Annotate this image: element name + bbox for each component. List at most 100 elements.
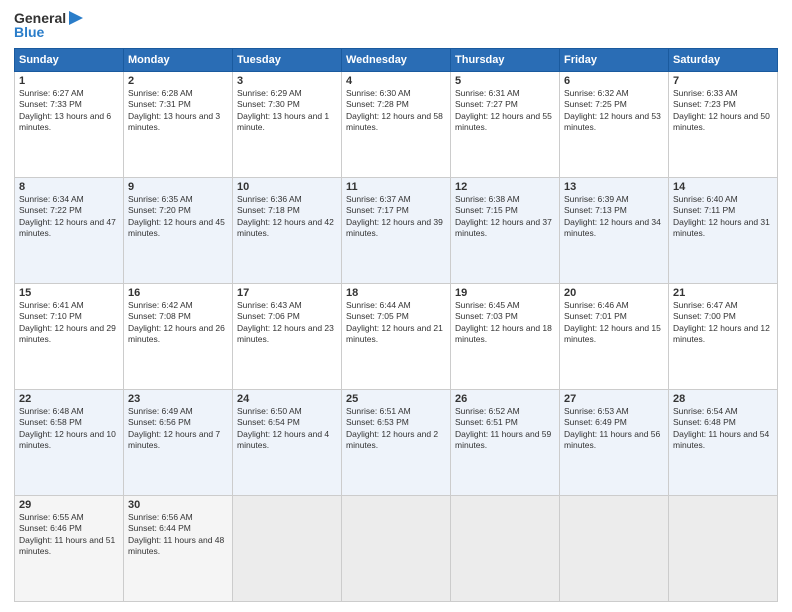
table-row: 17 Sunrise: 6:43 AM Sunset: 7:06 PM Dayl…: [233, 284, 342, 390]
day-info: Sunrise: 6:41 AM Sunset: 7:10 PM Dayligh…: [19, 300, 119, 346]
table-row: 21 Sunrise: 6:47 AM Sunset: 7:00 PM Dayl…: [669, 284, 778, 390]
day-number: 17: [237, 287, 337, 299]
table-row: [342, 496, 451, 602]
day-info: Sunrise: 6:32 AM Sunset: 7:25 PM Dayligh…: [564, 88, 664, 134]
table-row: 16 Sunrise: 6:42 AM Sunset: 7:08 PM Dayl…: [124, 284, 233, 390]
header-saturday: Saturday: [669, 49, 778, 72]
table-row: 18 Sunrise: 6:44 AM Sunset: 7:05 PM Dayl…: [342, 284, 451, 390]
calendar-week-row: 15 Sunrise: 6:41 AM Sunset: 7:10 PM Dayl…: [15, 284, 778, 390]
table-row: 1 Sunrise: 6:27 AM Sunset: 7:33 PM Dayli…: [15, 72, 124, 178]
day-info: Sunrise: 6:27 AM Sunset: 7:33 PM Dayligh…: [19, 88, 119, 134]
day-info: Sunrise: 6:30 AM Sunset: 7:28 PM Dayligh…: [346, 88, 446, 134]
day-number: 23: [128, 393, 228, 405]
day-info: Sunrise: 6:35 AM Sunset: 7:20 PM Dayligh…: [128, 194, 228, 240]
day-info: Sunrise: 6:45 AM Sunset: 7:03 PM Dayligh…: [455, 300, 555, 346]
calendar-week-row: 29 Sunrise: 6:55 AM Sunset: 6:46 PM Dayl…: [15, 496, 778, 602]
day-info: Sunrise: 6:33 AM Sunset: 7:23 PM Dayligh…: [673, 88, 773, 134]
table-row: 20 Sunrise: 6:46 AM Sunset: 7:01 PM Dayl…: [560, 284, 669, 390]
day-info: Sunrise: 6:46 AM Sunset: 7:01 PM Dayligh…: [564, 300, 664, 346]
day-info: Sunrise: 6:51 AM Sunset: 6:53 PM Dayligh…: [346, 406, 446, 452]
header-thursday: Thursday: [451, 49, 560, 72]
day-number: 6: [564, 75, 664, 87]
day-info: Sunrise: 6:54 AM Sunset: 6:48 PM Dayligh…: [673, 406, 773, 452]
day-number: 3: [237, 75, 337, 87]
day-info: Sunrise: 6:39 AM Sunset: 7:13 PM Dayligh…: [564, 194, 664, 240]
table-row: [451, 496, 560, 602]
day-number: 8: [19, 181, 119, 193]
day-number: 16: [128, 287, 228, 299]
day-number: 21: [673, 287, 773, 299]
table-row: 3 Sunrise: 6:29 AM Sunset: 7:30 PM Dayli…: [233, 72, 342, 178]
header-tuesday: Tuesday: [233, 49, 342, 72]
day-number: 20: [564, 287, 664, 299]
table-row: 28 Sunrise: 6:54 AM Sunset: 6:48 PM Dayl…: [669, 390, 778, 496]
day-info: Sunrise: 6:38 AM Sunset: 7:15 PM Dayligh…: [455, 194, 555, 240]
table-row: 25 Sunrise: 6:51 AM Sunset: 6:53 PM Dayl…: [342, 390, 451, 496]
calendar-week-row: 8 Sunrise: 6:34 AM Sunset: 7:22 PM Dayli…: [15, 178, 778, 284]
weekday-header-row: Sunday Monday Tuesday Wednesday Thursday…: [15, 49, 778, 72]
day-number: 10: [237, 181, 337, 193]
header-monday: Monday: [124, 49, 233, 72]
table-row: 4 Sunrise: 6:30 AM Sunset: 7:28 PM Dayli…: [342, 72, 451, 178]
table-row: 11 Sunrise: 6:37 AM Sunset: 7:17 PM Dayl…: [342, 178, 451, 284]
calendar-week-row: 1 Sunrise: 6:27 AM Sunset: 7:33 PM Dayli…: [15, 72, 778, 178]
header: General Blue: [14, 10, 778, 40]
day-info: Sunrise: 6:36 AM Sunset: 7:18 PM Dayligh…: [237, 194, 337, 240]
table-row: 10 Sunrise: 6:36 AM Sunset: 7:18 PM Dayl…: [233, 178, 342, 284]
day-number: 24: [237, 393, 337, 405]
table-row: [233, 496, 342, 602]
table-row: 15 Sunrise: 6:41 AM Sunset: 7:10 PM Dayl…: [15, 284, 124, 390]
day-info: Sunrise: 6:47 AM Sunset: 7:00 PM Dayligh…: [673, 300, 773, 346]
day-info: Sunrise: 6:28 AM Sunset: 7:31 PM Dayligh…: [128, 88, 228, 134]
table-row: 5 Sunrise: 6:31 AM Sunset: 7:27 PM Dayli…: [451, 72, 560, 178]
header-wednesday: Wednesday: [342, 49, 451, 72]
day-info: Sunrise: 6:50 AM Sunset: 6:54 PM Dayligh…: [237, 406, 337, 452]
table-row: 8 Sunrise: 6:34 AM Sunset: 7:22 PM Dayli…: [15, 178, 124, 284]
day-number: 11: [346, 181, 446, 193]
logo: General Blue: [14, 10, 85, 40]
table-row: 14 Sunrise: 6:40 AM Sunset: 7:11 PM Dayl…: [669, 178, 778, 284]
table-row: 26 Sunrise: 6:52 AM Sunset: 6:51 PM Dayl…: [451, 390, 560, 496]
table-row: 9 Sunrise: 6:35 AM Sunset: 7:20 PM Dayli…: [124, 178, 233, 284]
day-number: 22: [19, 393, 119, 405]
table-row: 12 Sunrise: 6:38 AM Sunset: 7:15 PM Dayl…: [451, 178, 560, 284]
day-info: Sunrise: 6:52 AM Sunset: 6:51 PM Dayligh…: [455, 406, 555, 452]
day-info: Sunrise: 6:34 AM Sunset: 7:22 PM Dayligh…: [19, 194, 119, 240]
day-info: Sunrise: 6:44 AM Sunset: 7:05 PM Dayligh…: [346, 300, 446, 346]
day-info: Sunrise: 6:37 AM Sunset: 7:17 PM Dayligh…: [346, 194, 446, 240]
day-info: Sunrise: 6:29 AM Sunset: 7:30 PM Dayligh…: [237, 88, 337, 134]
day-number: 2: [128, 75, 228, 87]
day-info: Sunrise: 6:43 AM Sunset: 7:06 PM Dayligh…: [237, 300, 337, 346]
day-number: 30: [128, 499, 228, 511]
table-row: [560, 496, 669, 602]
table-row: 27 Sunrise: 6:53 AM Sunset: 6:49 PM Dayl…: [560, 390, 669, 496]
day-number: 18: [346, 287, 446, 299]
day-number: 26: [455, 393, 555, 405]
calendar-table: Sunday Monday Tuesday Wednesday Thursday…: [14, 48, 778, 602]
day-info: Sunrise: 6:48 AM Sunset: 6:58 PM Dayligh…: [19, 406, 119, 452]
day-info: Sunrise: 6:49 AM Sunset: 6:56 PM Dayligh…: [128, 406, 228, 452]
table-row: 6 Sunrise: 6:32 AM Sunset: 7:25 PM Dayli…: [560, 72, 669, 178]
table-row: 19 Sunrise: 6:45 AM Sunset: 7:03 PM Dayl…: [451, 284, 560, 390]
table-row: 22 Sunrise: 6:48 AM Sunset: 6:58 PM Dayl…: [15, 390, 124, 496]
day-number: 28: [673, 393, 773, 405]
table-row: 29 Sunrise: 6:55 AM Sunset: 6:46 PM Dayl…: [15, 496, 124, 602]
day-info: Sunrise: 6:40 AM Sunset: 7:11 PM Dayligh…: [673, 194, 773, 240]
day-number: 1: [19, 75, 119, 87]
day-number: 27: [564, 393, 664, 405]
day-number: 5: [455, 75, 555, 87]
day-number: 19: [455, 287, 555, 299]
day-number: 29: [19, 499, 119, 511]
table-row: 13 Sunrise: 6:39 AM Sunset: 7:13 PM Dayl…: [560, 178, 669, 284]
day-number: 15: [19, 287, 119, 299]
table-row: 30 Sunrise: 6:56 AM Sunset: 6:44 PM Dayl…: [124, 496, 233, 602]
day-info: Sunrise: 6:53 AM Sunset: 6:49 PM Dayligh…: [564, 406, 664, 452]
table-row: 23 Sunrise: 6:49 AM Sunset: 6:56 PM Dayl…: [124, 390, 233, 496]
day-number: 14: [673, 181, 773, 193]
table-row: [669, 496, 778, 602]
day-info: Sunrise: 6:56 AM Sunset: 6:44 PM Dayligh…: [128, 512, 228, 558]
day-number: 4: [346, 75, 446, 87]
day-info: Sunrise: 6:42 AM Sunset: 7:08 PM Dayligh…: [128, 300, 228, 346]
page: General Blue Sunday Monday Tuesday Wedne…: [0, 0, 792, 612]
day-number: 9: [128, 181, 228, 193]
